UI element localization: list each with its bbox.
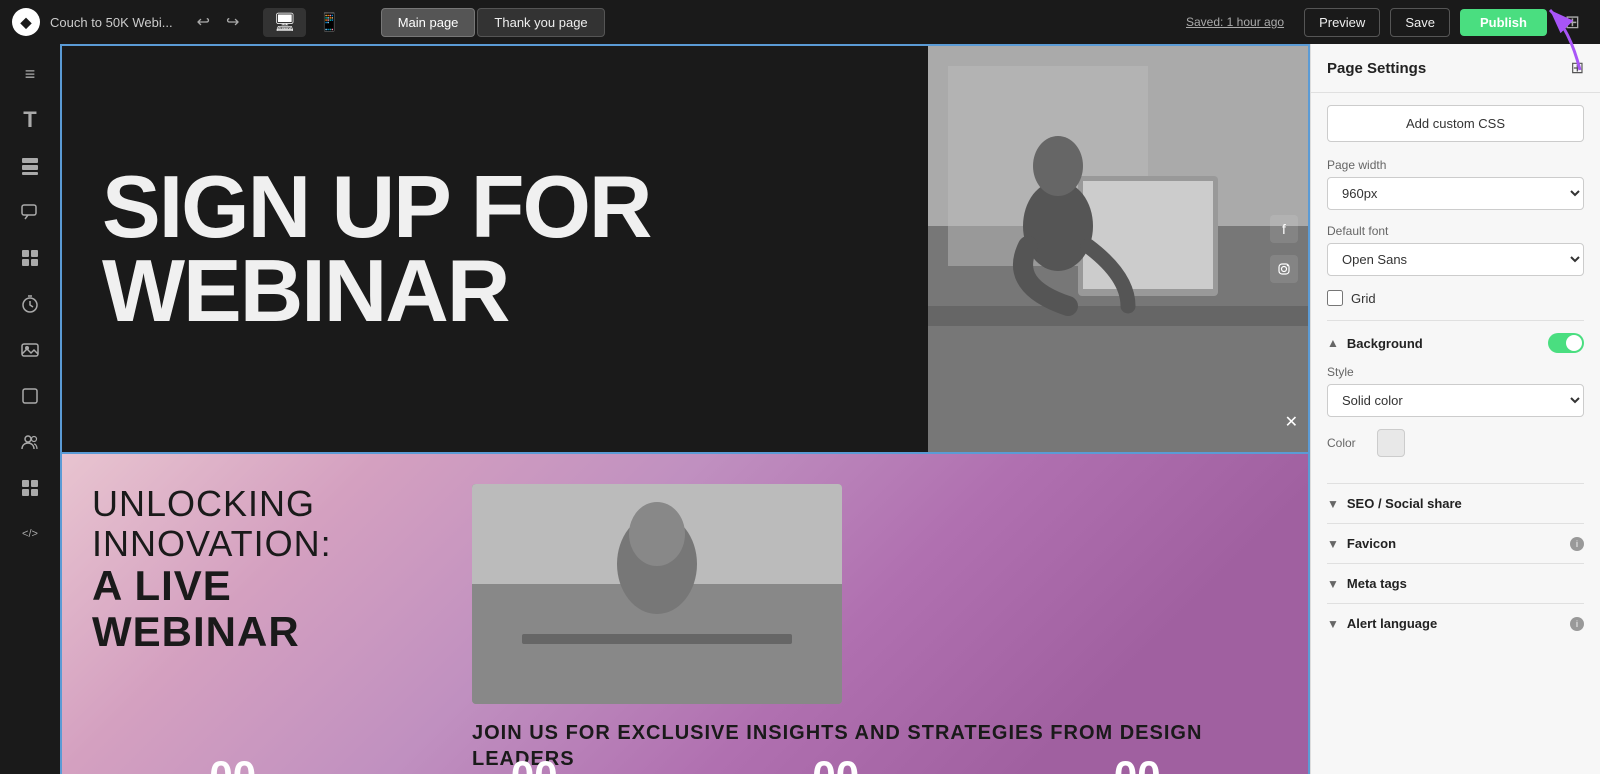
sidebar-box-icon[interactable]	[10, 376, 50, 416]
background-color-swatch[interactable]	[1377, 429, 1405, 457]
bottom-headline: UNLOCKING INNOVATION: A LIVE WEBINAR	[92, 484, 412, 656]
bottom-portrait-image	[472, 484, 842, 704]
default-font-select[interactable]: Open Sans	[1327, 243, 1584, 276]
favicon-chevron: ▼	[1327, 537, 1339, 551]
logo-icon: ◆	[21, 14, 32, 31]
alert-language-accordion-header[interactable]: ▼ Alert language i	[1327, 604, 1584, 643]
redo-button[interactable]: ↪	[220, 8, 245, 36]
grid-checkbox-row: Grid	[1327, 290, 1584, 306]
favicon-info-icon[interactable]: i	[1570, 537, 1584, 551]
add-custom-css-button[interactable]: Add custom CSS	[1327, 105, 1584, 142]
page-width-row: Page width 960px	[1327, 158, 1584, 210]
background-accordion-header[interactable]: ▲ Background	[1327, 321, 1584, 365]
meta-tags-accordion: ▼ Meta tags	[1327, 563, 1584, 603]
background-chevron: ▲	[1327, 336, 1339, 350]
instagram-icon[interactable]	[1270, 255, 1298, 283]
page-tabs: Main page Thank you page	[381, 8, 605, 37]
hero-title: SIGN UP FOR WEBINAR	[102, 165, 888, 332]
sidebar-timer-icon[interactable]	[10, 284, 50, 324]
main-page-tab[interactable]: Main page	[381, 8, 476, 37]
sidebar-chat-icon[interactable]	[10, 192, 50, 232]
number-item-2: 00	[511, 752, 558, 774]
main-area: ≡ T </>	[0, 44, 1600, 774]
sidebar-code-icon[interactable]: </>	[10, 514, 50, 554]
right-panel: Page Settings ⊞ Add custom CSS Page widt…	[1310, 44, 1600, 774]
number-item-4: 00	[1114, 752, 1161, 774]
favicon-accordion-header[interactable]: ▼ Favicon i	[1327, 524, 1584, 563]
alert-language-accordion-title: Alert language	[1347, 616, 1566, 631]
meta-tags-accordion-header[interactable]: ▼ Meta tags	[1327, 564, 1584, 603]
seo-accordion-header[interactable]: ▼ SEO / Social share	[1327, 484, 1584, 523]
sidebar-users-icon[interactable]	[10, 422, 50, 462]
right-panel-header: Page Settings ⊞	[1311, 44, 1600, 93]
page-preview: SIGN UP FOR WEBINAR	[60, 44, 1310, 774]
social-icons-group: f	[1270, 215, 1298, 283]
sidebar-image-icon[interactable]	[10, 330, 50, 370]
bottom-right-content: JOIN US FOR EXCLUSIVE INSIGHTS AND STRAT…	[442, 454, 1308, 774]
device-switcher: 🖥 📱	[263, 8, 350, 37]
meta-tags-accordion-title: Meta tags	[1347, 576, 1584, 591]
grid-checkbox[interactable]	[1327, 290, 1343, 306]
topbar: ◆ Couch to 50K Webi... ↩ ↪ 🖥 📱 Main page…	[0, 0, 1600, 44]
numbers-row: 00 00 00 00	[62, 736, 1308, 774]
hero-text-block: SIGN UP FOR WEBINAR	[62, 46, 928, 452]
project-title: Couch to 50K Webi...	[50, 15, 173, 30]
page-width-select[interactable]: 960px	[1327, 177, 1584, 210]
background-style-row: Style Solid color	[1327, 365, 1584, 417]
facebook-icon[interactable]: f	[1270, 215, 1298, 243]
background-color-label: Color	[1327, 436, 1367, 450]
hero-section: SIGN UP FOR WEBINAR	[60, 44, 1310, 454]
woman-desk-image	[928, 46, 1308, 452]
sidebar-text-icon[interactable]: T	[10, 100, 50, 140]
alert-language-chevron: ▼	[1327, 617, 1339, 631]
sidebar-sections-icon[interactable]	[10, 238, 50, 278]
default-font-label: Default font	[1327, 224, 1584, 238]
page-width-label: Page width	[1327, 158, 1584, 172]
logo: ◆	[12, 8, 40, 36]
close-icon[interactable]: ✕	[1285, 412, 1298, 432]
alert-language-accordion: ▼ Alert language i	[1327, 603, 1584, 643]
thank-you-page-tab[interactable]: Thank you page	[477, 8, 604, 37]
grid-checkbox-label: Grid	[1351, 291, 1376, 306]
mobile-view-button[interactable]: 📱	[308, 8, 350, 37]
favicon-accordion: ▼ Favicon i	[1327, 523, 1584, 563]
left-sidebar: ≡ T </>	[0, 44, 60, 774]
background-accordion: ▲ Background Style Solid color Color	[1327, 320, 1584, 483]
alert-language-info-icon[interactable]: i	[1570, 617, 1584, 631]
background-accordion-body: Style Solid color Color	[1327, 365, 1584, 483]
background-style-label: Style	[1327, 365, 1584, 379]
publish-button[interactable]: Publish	[1460, 9, 1547, 36]
number-item-1: 00	[209, 752, 256, 774]
undo-button[interactable]: ↩	[191, 8, 216, 36]
hero-image	[928, 46, 1308, 452]
canvas-area: SIGN UP FOR WEBINAR	[60, 44, 1310, 774]
seo-accordion-title: SEO / Social share	[1347, 496, 1584, 511]
save-button[interactable]: Save	[1390, 8, 1450, 37]
preview-button[interactable]: Preview	[1304, 8, 1380, 37]
page-settings-title: Page Settings	[1327, 60, 1426, 77]
meta-tags-chevron: ▼	[1327, 577, 1339, 591]
background-toggle[interactable]	[1548, 333, 1584, 353]
sidebar-layout-icon[interactable]	[10, 146, 50, 186]
bottom-section: UNLOCKING INNOVATION: A LIVE WEBINAR	[60, 454, 1310, 774]
default-font-row: Default font Open Sans	[1327, 224, 1584, 276]
number-item-3: 00	[812, 752, 859, 774]
right-panel-body: Add custom CSS Page width 960px Default …	[1311, 93, 1600, 774]
sidebar-menu-icon[interactable]: ≡	[10, 54, 50, 94]
seo-chevron: ▼	[1327, 497, 1339, 511]
background-accordion-title: Background	[1347, 336, 1548, 351]
sidebar-widget-icon[interactable]	[10, 468, 50, 508]
background-style-select[interactable]: Solid color	[1327, 384, 1584, 417]
background-color-row: Color	[1327, 429, 1584, 457]
saved-status[interactable]: Saved: 1 hour ago	[1186, 15, 1284, 29]
undo-redo-group: ↩ ↪	[191, 8, 246, 36]
seo-accordion: ▼ SEO / Social share	[1327, 483, 1584, 523]
panel-grid-icon[interactable]: ⊞	[1571, 58, 1584, 78]
topbar-grid-button[interactable]: ⊞	[1557, 8, 1588, 37]
favicon-accordion-title: Favicon	[1347, 536, 1566, 551]
bottom-left-text: UNLOCKING INNOVATION: A LIVE WEBINAR	[62, 454, 442, 774]
desktop-view-button[interactable]: 🖥	[263, 8, 306, 37]
